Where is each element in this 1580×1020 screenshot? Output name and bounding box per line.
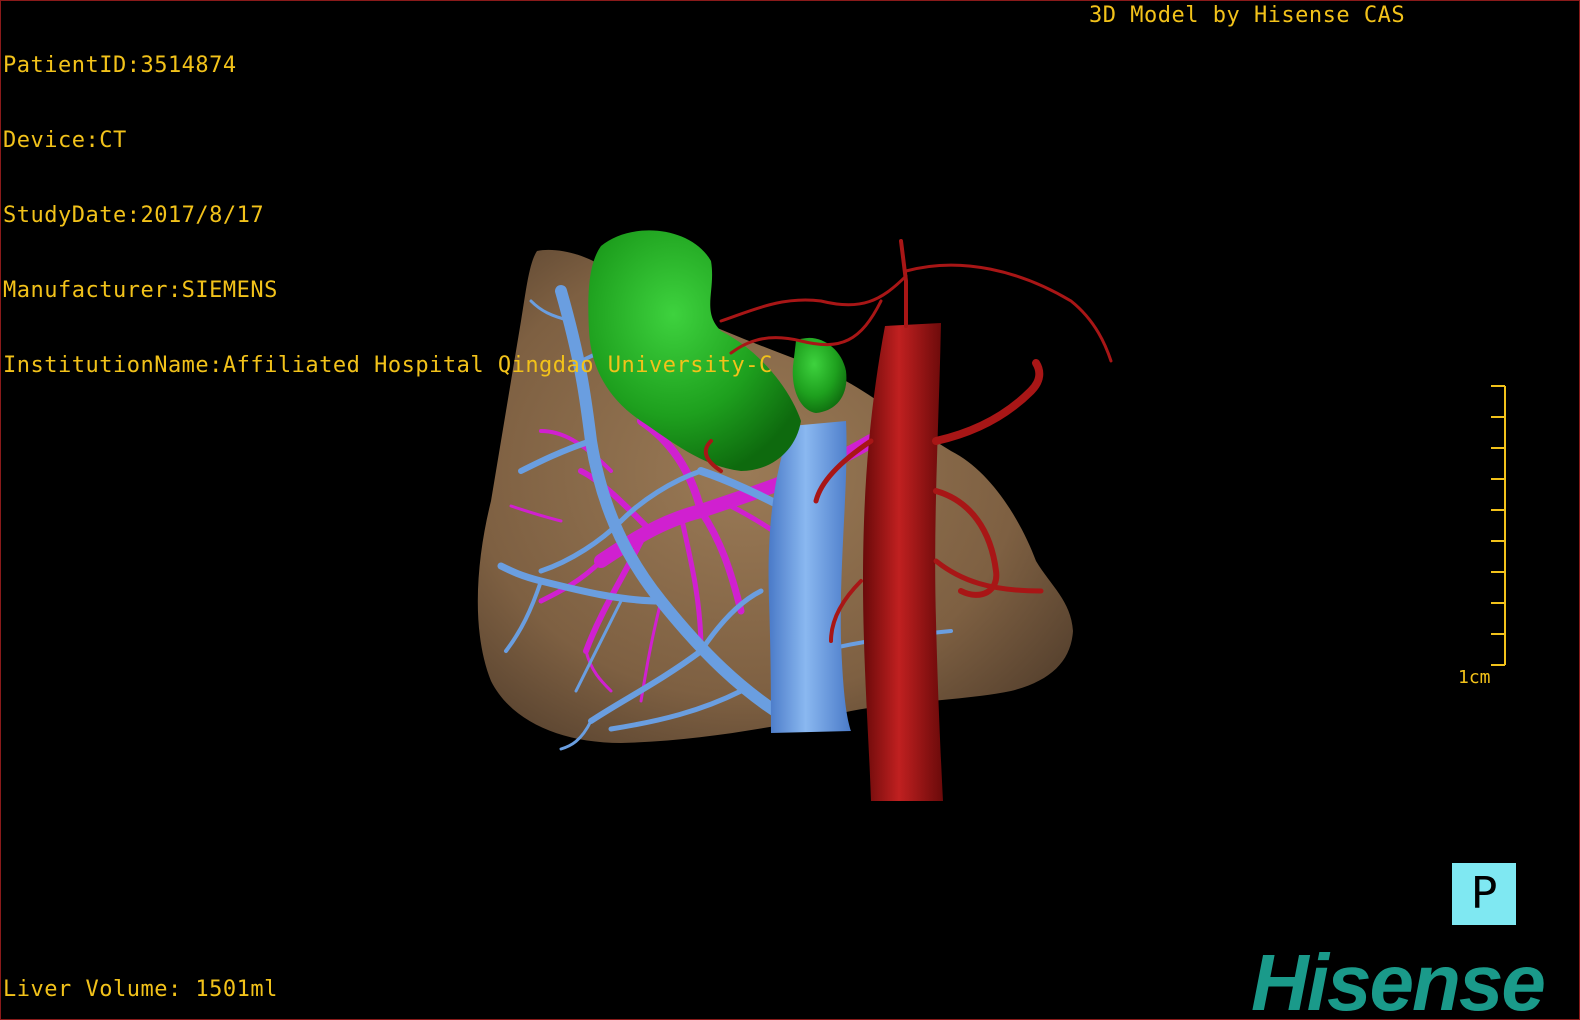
scale-bar	[1491, 385, 1506, 666]
3d-viewport[interactable]: PatientID:3514874 Device:CT StudyDate:20…	[0, 0, 1580, 1020]
green-duct	[792, 337, 847, 413]
scale-bar-label: 1cm	[1458, 667, 1491, 688]
device-text: Device:CT	[3, 128, 127, 153]
manufacturer-text: Manufacturer:SIEMENS	[3, 278, 278, 303]
model-credit-text: 3D Model by Hisense CAS	[1089, 3, 1406, 28]
aorta	[863, 323, 943, 801]
hisense-logo: Hisense	[1251, 938, 1546, 1020]
patient-id-text: PatientID:3514874	[3, 53, 237, 78]
liver-volume-text: Liver Volume: 1501ml	[3, 977, 278, 1002]
institution-text: InstitutionName:Affiliated Hospital Qing…	[3, 353, 773, 378]
study-date-text: StudyDate:2017/8/17	[3, 203, 265, 228]
orientation-button[interactable]: P	[1452, 863, 1516, 925]
dicom-info-overlay: PatientID:3514874 Device:CT StudyDate:20…	[3, 3, 773, 428]
